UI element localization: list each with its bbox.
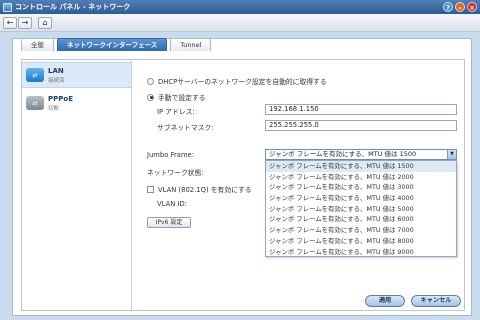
- manual-option[interactable]: 手動で設定する: [147, 92, 206, 102]
- vlan-label: VLAN (802.1Q) を有効にする: [158, 186, 252, 194]
- ip-label: IP アドレス:: [157, 108, 195, 116]
- subnet-label: サブネットマスク:: [157, 124, 214, 132]
- tab-tunnel[interactable]: Tunnel: [170, 38, 212, 51]
- jumbo-frame-value: ジャンボ フレームを有効にする、MTU 値は 1500: [269, 150, 417, 158]
- manual-radio[interactable]: [147, 93, 154, 101]
- dropdown-option[interactable]: ジャンボ フレームを有効にする、MTU 値は 1500: [266, 161, 456, 172]
- manual-label: 手動で設定する: [158, 94, 206, 102]
- tab-bar: 全般 ネットワークインターフェース Tunnel: [21, 38, 212, 51]
- jumbo-frame-dropdown: ジャンボ フレームを有効にする、MTU 値は 1500 ジャンボ フレームを有効…: [265, 160, 457, 257]
- apply-button[interactable]: 適用: [365, 295, 405, 307]
- subnet-mask-field[interactable]: 255.255.255.0: [265, 120, 457, 131]
- window-title: コントロール パネル - ネットワーク: [15, 3, 131, 11]
- chevron-down-icon[interactable]: ▼: [447, 150, 456, 159]
- jumbo-frame-label: Jumbo Frame:: [147, 151, 195, 159]
- dhcp-label: DHCPサーバーのネットワーク設定を自動的に取得する: [158, 78, 327, 86]
- main-panel: 全般 ネットワークインターフェース Tunnel ⇄ LAN 接続済 ⇄ PPP…: [12, 38, 472, 316]
- sidebar-item-label: PPPoE: [48, 94, 73, 103]
- dhcp-radio[interactable]: [147, 77, 154, 85]
- ip-address-field[interactable]: 192.168.1.150: [265, 104, 457, 115]
- back-arrow-icon[interactable]: ←: [3, 17, 17, 29]
- settings-form: DHCPサーバーのネットワーク設定を自動的に取得する 手動で設定する IP アド…: [143, 60, 463, 310]
- dropdown-option[interactable]: ジャンボ フレームを有効にする、MTU 値は 7000: [266, 225, 456, 236]
- interface-panel: ⇄ LAN 接続済 ⇄ PPPoE 切断 DHCPサーバーのネットワーク設定を自…: [21, 59, 465, 311]
- jumbo-frame-select[interactable]: ジャンボ フレームを有効にする、MTU 値は 1500 ▼: [265, 149, 457, 160]
- lan-icon: ⇄: [26, 68, 44, 82]
- dropdown-option[interactable]: ジャンボ フレームを有効にする、MTU 値は 2000: [266, 172, 456, 183]
- network-status-label: ネットワーク状態:: [147, 169, 204, 177]
- pppoe-icon: ⇄: [26, 96, 44, 110]
- control-panel-icon: [3, 2, 12, 12]
- vlan-option[interactable]: VLAN (802.1Q) を有効にする: [147, 184, 252, 194]
- forward-arrow-icon[interactable]: →: [18, 17, 32, 29]
- dropdown-option[interactable]: ジャンボ フレームを有効にする、MTU 値は 9000: [266, 247, 456, 258]
- sidebar-item-status: 切断: [48, 105, 60, 112]
- nav-toolbar: ← → ⌂: [0, 14, 480, 32]
- vlan-id-label: VLAN ID:: [157, 200, 188, 208]
- sidebar-item-pppoe[interactable]: ⇄ PPPoE 切断: [22, 90, 131, 116]
- dropdown-option[interactable]: ジャンボ フレームを有効にする、MTU 値は 8000: [266, 236, 456, 247]
- tab-network-interface[interactable]: ネットワークインターフェース: [57, 38, 168, 51]
- close-icon[interactable]: ×: [467, 2, 477, 12]
- title-bar: コントロール パネル - ネットワーク ? – ×: [0, 0, 480, 14]
- home-icon[interactable]: ⌂: [38, 17, 52, 29]
- dropdown-option[interactable]: ジャンボ フレームを有効にする、MTU 値は 4000: [266, 193, 456, 204]
- interface-sidebar: ⇄ LAN 接続済 ⇄ PPPoE 切断: [22, 60, 132, 310]
- sidebar-item-status: 接続済: [48, 77, 65, 84]
- vlan-checkbox[interactable]: [147, 185, 154, 193]
- sidebar-item-lan[interactable]: ⇄ LAN 接続済: [22, 62, 131, 88]
- sidebar-item-label: LAN: [48, 66, 64, 75]
- dropdown-option[interactable]: ジャンボ フレームを有効にする、MTU 値は 6000: [266, 214, 456, 225]
- dhcp-option[interactable]: DHCPサーバーのネットワーク設定を自動的に取得する: [147, 76, 327, 86]
- tab-general[interactable]: 全般: [21, 38, 54, 51]
- help-icon[interactable]: ?: [443, 2, 453, 12]
- dropdown-option[interactable]: ジャンボ フレームを有効にする、MTU 値は 3000: [266, 182, 456, 193]
- cancel-button[interactable]: キャンセル: [411, 295, 461, 307]
- minimize-icon[interactable]: –: [455, 2, 465, 12]
- ipv6-settings-button[interactable]: IPv6 設定: [147, 217, 191, 228]
- dropdown-option[interactable]: ジャンボ フレームを有効にする、MTU 値は 5000: [266, 204, 456, 215]
